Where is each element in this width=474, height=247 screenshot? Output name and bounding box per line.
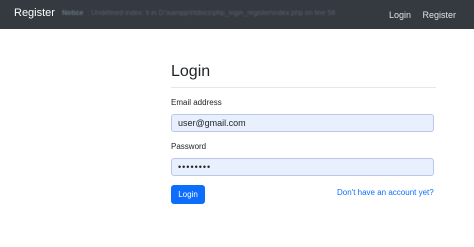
- top-navbar: Register Notice: Undefined index: ti in …: [0, 0, 474, 29]
- nav-link-login[interactable]: Login: [389, 10, 411, 20]
- signup-link[interactable]: Don't have an account yet?: [337, 188, 434, 197]
- password-label: Password: [171, 142, 207, 151]
- notice-label: Notice: [62, 10, 84, 17]
- nav-link-register[interactable]: Register: [422, 10, 456, 20]
- password-field[interactable]: ••••••••: [171, 158, 434, 176]
- title-divider: [171, 87, 436, 88]
- email-field[interactable]: user@gmail.com: [171, 114, 434, 132]
- navbar-brand[interactable]: Register: [14, 7, 55, 19]
- page-title: Login: [171, 63, 211, 80]
- email-label: Email address: [171, 98, 222, 107]
- php-notice: Notice: Undefined index: ti in D:\xampp\…: [62, 10, 392, 17]
- navbar-links: Login Register: [380, 10, 456, 20]
- login-button[interactable]: Login: [171, 185, 205, 204]
- notice-text: : Undefined index: ti in D:\xampp\htdocs…: [87, 10, 336, 17]
